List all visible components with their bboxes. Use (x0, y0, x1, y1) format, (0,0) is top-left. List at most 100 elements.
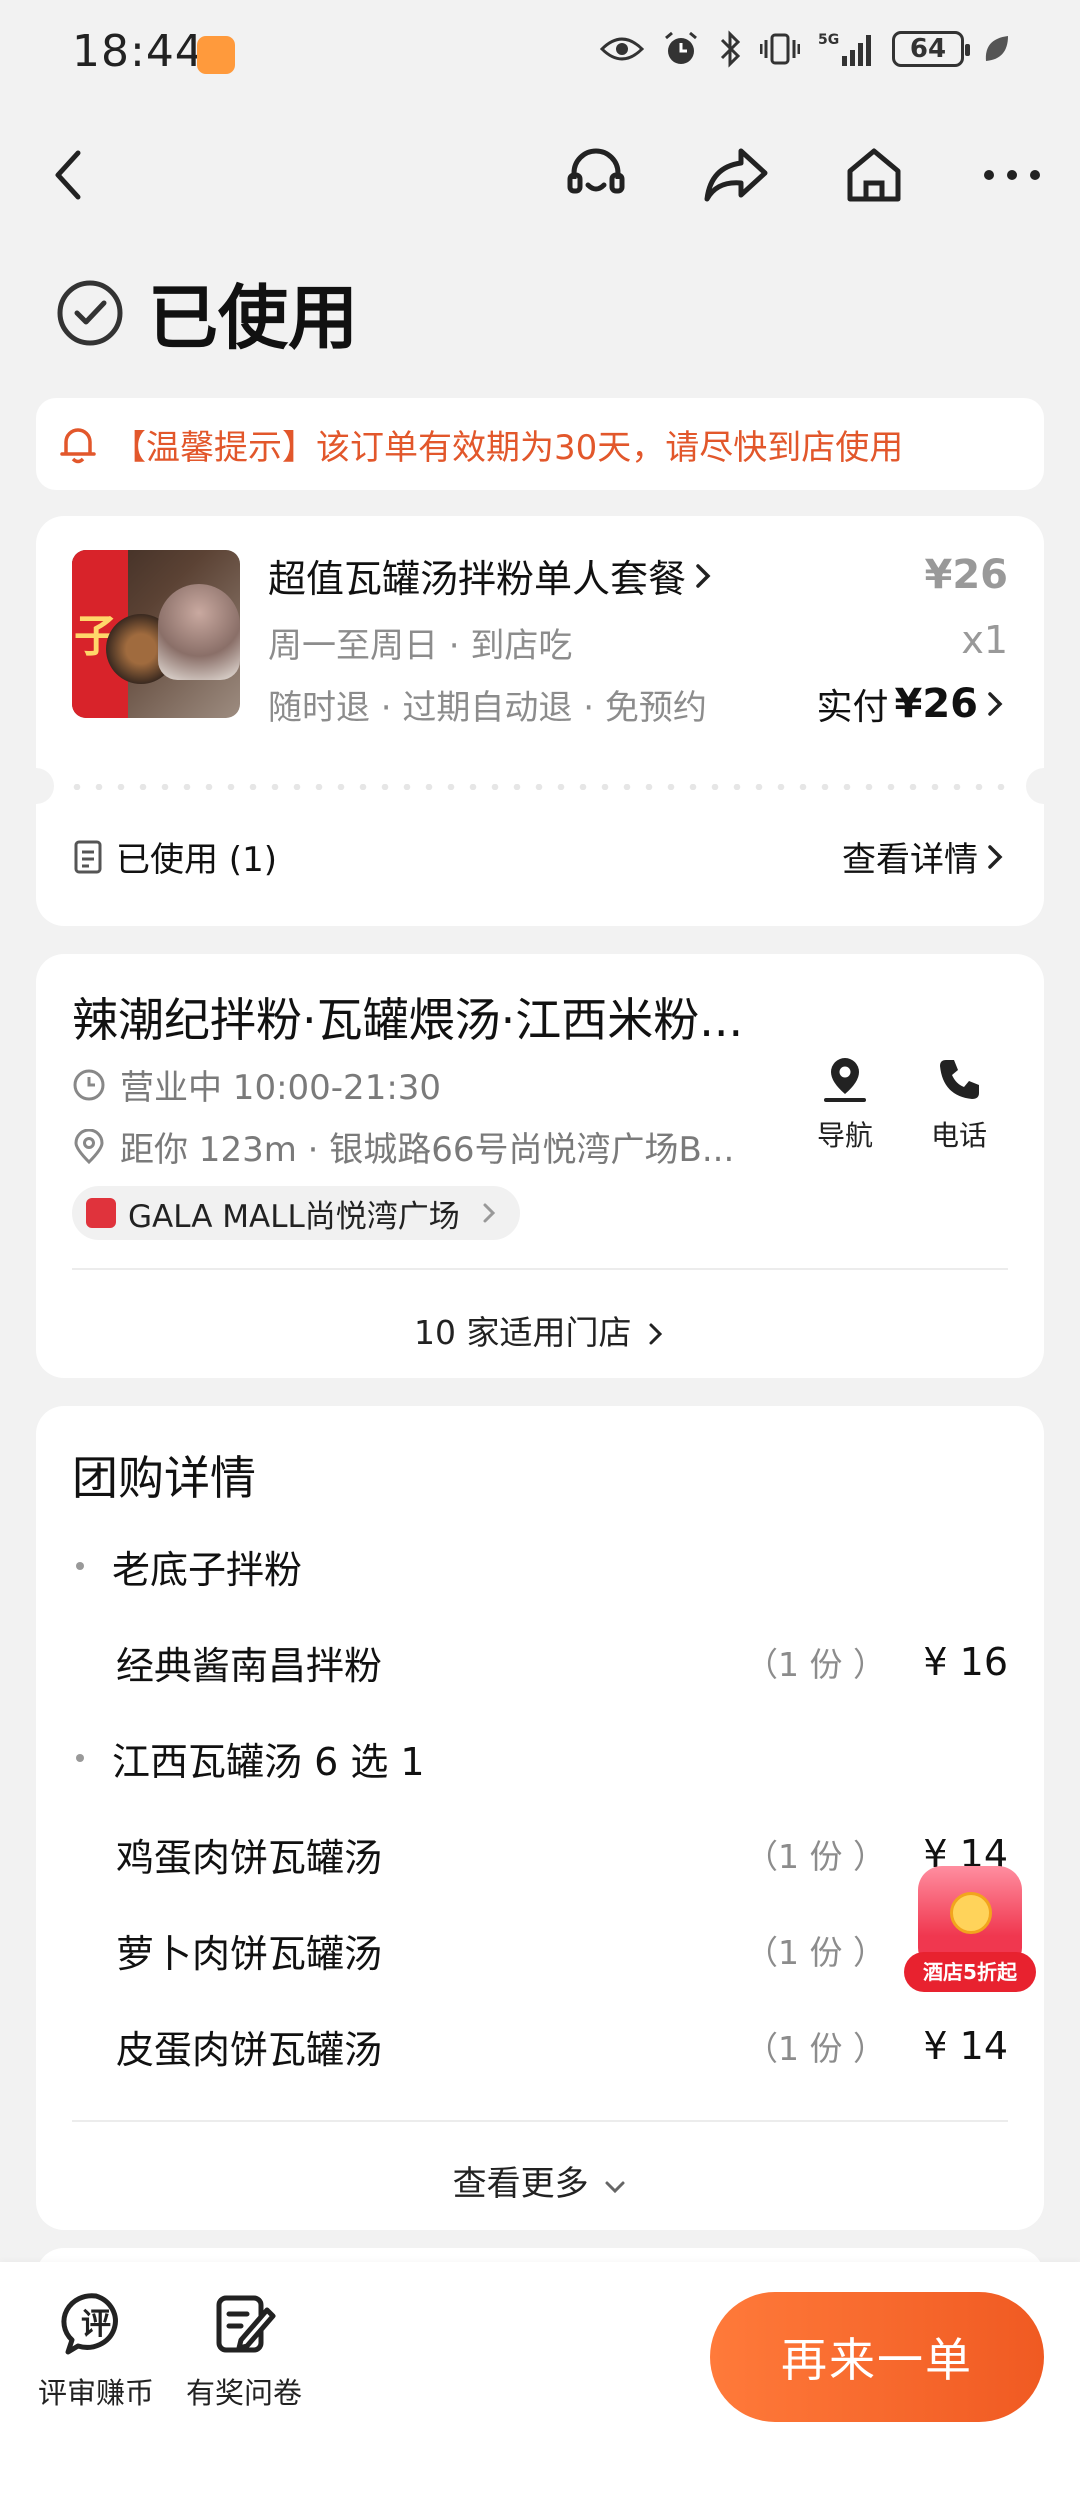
share-button[interactable] (696, 135, 776, 215)
mall-chip[interactable]: GALA MALL尚悦湾广场 (72, 1186, 520, 1240)
see-more-label: 查看更多 (452, 2164, 589, 2204)
mall-icon (86, 1198, 116, 1228)
back-button[interactable] (28, 135, 108, 215)
eye-icon (600, 37, 644, 61)
chevron-right-icon (696, 563, 711, 588)
paid-label: 实付 (816, 687, 889, 728)
used-count-label: 已使用 (1) (116, 840, 277, 880)
view-details-button[interactable]: 查看详情 (842, 832, 1008, 881)
see-more-button[interactable]: 查看更多 (36, 2156, 1044, 2205)
more-button[interactable] (972, 135, 1052, 215)
survey-label: 有奖问卷 (185, 2376, 302, 2410)
home-icon (847, 148, 901, 202)
item-portion: （1 份 ） (745, 2029, 886, 2068)
mall-name: GALA MALL尚悦湾广场 (128, 1198, 460, 1235)
item-portion: （1 份 ） (745, 1933, 886, 1972)
bullet-icon (76, 1754, 84, 1762)
quantity: x1 (961, 618, 1008, 662)
home-button[interactable] (834, 135, 914, 215)
item-portion: （1 份 ） (745, 1645, 886, 1684)
store-card: 辣潮纪拌粉·瓦罐煨汤·江西米粉... 营业中 10:00-21:30 距你 12… (36, 954, 1044, 1378)
battery-indicator: 64 (892, 31, 970, 67)
check-circle-icon (57, 280, 123, 345)
phone-icon (940, 1060, 979, 1099)
paid-amount-link[interactable]: 实付 ¥26 (816, 678, 1008, 730)
applicable-stores-button[interactable]: 10 家适用门店 (36, 1306, 1044, 1354)
product-thumbnail[interactable]: 子 (72, 550, 240, 718)
bottom-action-bar: 评 评审赚币 有奖问卷 再来一单 (0, 2262, 1080, 2520)
paid-amount: ¥26 (894, 681, 979, 727)
leaf-icon (985, 36, 1008, 61)
list-item: 经典酱南昌拌粉 （1 份 ） ¥ 16 (72, 1632, 1008, 1692)
group-detail-card: 团购详情 老底子拌粉 经典酱南昌拌粉 （1 份 ） ¥ 16 江西瓦罐汤 6 选… (36, 1406, 1044, 2230)
notice-text: 【温馨提示】该订单有效期为30天，请尽快到店使用 (112, 427, 904, 468)
survey-button[interactable]: 有奖问卷 (182, 2290, 306, 2412)
nav-bar (0, 115, 1080, 225)
list-item: 萝卜肉饼瓦罐汤 （1 份 ） (72, 1920, 1008, 1980)
chevron-right-icon (988, 844, 1003, 869)
group-header: 江西瓦罐汤 6 选 1 (72, 1728, 1008, 1788)
location-pin-icon (74, 1128, 104, 1164)
divider (72, 2120, 1008, 2122)
product-policy: 随时退 · 过期自动退 · 免预约 (268, 688, 707, 728)
item-name: 皮蛋肉饼瓦罐汤 (116, 2027, 383, 2072)
review-label: 评审赚币 (37, 2376, 154, 2410)
group-name: 江西瓦罐汤 6 选 1 (112, 1739, 425, 1784)
svg-text:5G: 5G (818, 32, 839, 48)
product-schedule: 周一至周日 · 到店吃 (268, 626, 573, 666)
divider (72, 1268, 1008, 1270)
store-hours: 营业中 10:00-21:30 (120, 1068, 442, 1108)
signal-icon: 5G (818, 32, 871, 66)
share-icon (704, 148, 768, 202)
store-hours-row: 营业中 10:00-21:30 (72, 1060, 441, 1109)
promo-label: 酒店5折起 (904, 1952, 1036, 1992)
list-item: 皮蛋肉饼瓦罐汤 （1 份 ） ¥ 14 (72, 2016, 1008, 2076)
review-icon: 评 (61, 2293, 118, 2355)
chevron-left-icon (55, 150, 81, 200)
customer-service-button[interactable] (556, 135, 636, 215)
used-count-row: 已使用 (1) (72, 832, 277, 881)
navigate-button[interactable]: 导航 (790, 1054, 900, 1154)
group-name: 老底子拌粉 (112, 1547, 303, 1592)
section-title: 团购详情 (72, 1451, 256, 1505)
page-title: 已使用 (148, 277, 358, 359)
document-icon (74, 840, 102, 873)
store-address: 距你 123m · 银城路66号尚悦湾广场B... (120, 1130, 735, 1170)
alarm-icon (665, 31, 697, 64)
order-card: 子 超值瓦罐汤拌粉单人套餐 周一至周日 · 到店吃 随时退 · 过期自动退 · … (18, 516, 1062, 926)
item-name: 鸡蛋肉饼瓦罐汤 (116, 1835, 383, 1880)
view-details-label: 查看详情 (842, 840, 978, 880)
more-icon (984, 170, 1040, 180)
item-name: 萝卜肉饼瓦罐汤 (116, 1931, 383, 1976)
reorder-button[interactable]: 再来一单 (710, 2292, 1044, 2422)
status-bar: 18:44 5G 64 (0, 0, 1080, 110)
order-status-header: 已使用 (56, 262, 358, 363)
ticket-divider (18, 768, 1062, 804)
order-detail-page: 18:44 5G 64 已使用 【温馨提示】该订单有效期为30天，请尽快到店使用… (0, 0, 1080, 2520)
product-name-link[interactable]: 超值瓦罐汤拌粉单人套餐 (268, 548, 716, 603)
headset-icon (567, 148, 625, 194)
item-price: ¥ 16 (923, 1640, 1008, 1684)
chevron-right-icon (649, 1323, 663, 1345)
item-name: 经典酱南昌拌粉 (116, 1643, 383, 1688)
list-item: 鸡蛋肉饼瓦罐汤 （1 份 ） ¥ 14 (72, 1824, 1008, 1884)
call-button[interactable]: 电话 (904, 1054, 1014, 1154)
status-icons: 5G 64 (600, 30, 1010, 68)
call-label: 电话 (930, 1119, 987, 1152)
product-name: 超值瓦罐汤拌粉单人套餐 (268, 557, 687, 601)
review-icon-glyph: 评 (81, 2307, 111, 2342)
chevron-right-icon (988, 692, 1003, 716)
app-notification-icon (197, 36, 235, 74)
review-earn-coins-button[interactable]: 评 评审赚币 (36, 2290, 156, 2412)
store-name[interactable]: 辣潮纪拌粉·瓦罐煨汤·江西米粉... (72, 984, 792, 1050)
vibrate-icon (760, 33, 800, 65)
edit-survey-icon (216, 2295, 276, 2353)
item-portion: （1 份 ） (745, 1837, 886, 1876)
bell-icon (60, 428, 96, 464)
notice-banner: 【温馨提示】该订单有效期为30天，请尽快到店使用 (36, 398, 1044, 490)
chevron-down-icon (605, 2181, 625, 2194)
hotel-promo-float[interactable]: 酒店5折起 (900, 1856, 1040, 1996)
navigate-label: 导航 (816, 1119, 873, 1152)
coin-icon (950, 1892, 992, 1934)
original-price: ¥26 (924, 552, 1009, 598)
